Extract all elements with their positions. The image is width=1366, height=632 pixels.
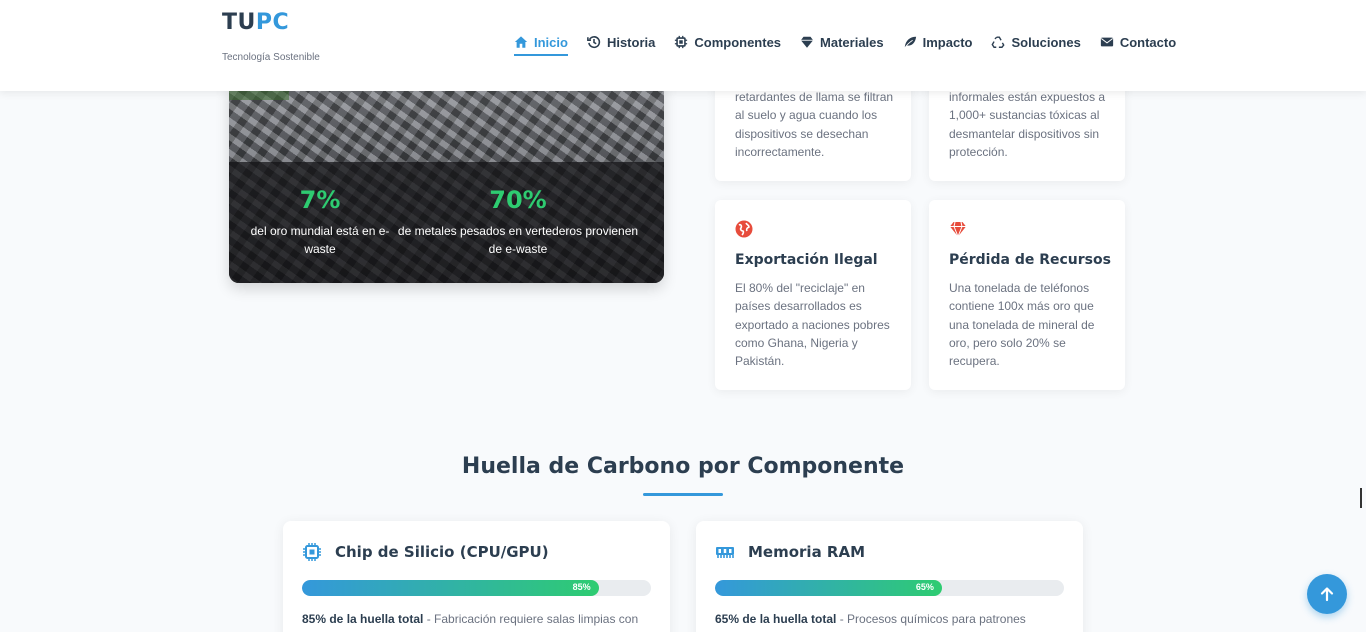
stat-gold: 7% del oro mundial está en e-waste xyxy=(245,186,395,258)
back-to-top-button[interactable] xyxy=(1307,574,1347,614)
stat-value: 70% xyxy=(489,186,547,214)
problem-card-title: Pérdida de Recursos xyxy=(949,252,1111,268)
component-card-chip: Chip de Silicio (CPU/GPU) 85% 85% de la … xyxy=(283,521,670,632)
nav-label: Componentes xyxy=(694,34,782,50)
scroll-indicator[interactable] xyxy=(1360,488,1362,508)
section-title-underline xyxy=(643,493,723,496)
brand-logo[interactable]: TUPC xyxy=(222,10,289,35)
problem-card-illegal-export: Exportación Ilegal El 80% del "reciclaje… xyxy=(715,200,911,390)
envelope-icon xyxy=(1100,37,1113,47)
problem-card-text: retardantes de llama se filtran al suelo… xyxy=(735,90,894,159)
footprint-progress-fill: 85% xyxy=(302,580,599,596)
footprint-progress-bar: 85% xyxy=(302,580,651,596)
nav-item-materiales[interactable]: Materiales xyxy=(800,30,884,54)
site-header: TUPC Tecnología Sostenible Inicio Histor… xyxy=(0,0,1366,91)
history-icon xyxy=(587,36,601,49)
memory-icon xyxy=(716,547,734,558)
footprint-percent-label: 85% xyxy=(572,582,591,592)
recycle-icon xyxy=(991,36,1006,48)
footprint-progress-fill: 65% xyxy=(715,580,942,596)
nav-label: Impacto xyxy=(922,34,973,50)
globe-icon xyxy=(735,220,753,238)
component-card-ram: Memoria RAM 65% 65% de la huella total -… xyxy=(696,521,1083,632)
footprint-label: 65% de la huella total xyxy=(715,612,837,626)
gem-icon xyxy=(950,221,966,238)
description-text: - Procesos químicos para patrones xyxy=(836,612,1026,626)
nav-item-impacto[interactable]: Impacto xyxy=(903,30,973,54)
microchip-icon xyxy=(303,543,321,561)
nav-label: Historia xyxy=(606,34,656,50)
nav-label: Contacto xyxy=(1119,34,1177,50)
nav-label: Soluciones xyxy=(1011,34,1081,50)
arrow-up-icon xyxy=(1320,587,1334,602)
brand-name-part1: TU xyxy=(222,10,256,35)
problem-card-text: Una tonelada de teléfonos contiene 100x … xyxy=(949,281,1095,369)
description-text: - Fabricación requiere salas limpias con xyxy=(423,612,639,626)
leaf-icon xyxy=(903,36,916,49)
footprint-percent-label: 65% xyxy=(915,582,934,592)
brand-tagline: Tecnología Sostenible xyxy=(222,52,320,63)
stat-heavy-metals: 70% de metales pesados en vertederos pro… xyxy=(392,186,644,258)
problem-card-text: informales están expuestos a 1,000+ sust… xyxy=(949,90,1106,159)
nav-item-contacto[interactable]: Contacto xyxy=(1100,30,1176,54)
home-icon xyxy=(514,36,528,48)
component-name: Chip de Silicio (CPU/GPU) xyxy=(335,543,549,561)
section-title: Huella de Carbono por Componente xyxy=(461,454,905,479)
component-description: 85% de la huella total - Fabricación req… xyxy=(302,610,651,628)
stat-label: del oro mundial está en e-waste xyxy=(250,224,390,256)
stat-label: de metales pesados en vertederos provien… xyxy=(397,224,639,256)
problem-card-text: El 80% del "reciclaje" en países desarro… xyxy=(735,281,890,369)
main-nav: Inicio Historia Componentes Materiales I… xyxy=(514,30,1176,56)
nav-item-inicio[interactable]: Inicio xyxy=(514,30,568,56)
brand-name-part2: PC xyxy=(255,10,290,35)
problem-card-title: Exportación Ilegal xyxy=(735,252,878,268)
component-description: 65% de la huella total - Procesos químic… xyxy=(715,610,1064,628)
nav-item-soluciones[interactable]: Soluciones xyxy=(991,30,1081,54)
nav-label: Materiales xyxy=(820,34,884,50)
component-name: Memoria RAM xyxy=(748,543,866,561)
footprint-label: 85% de la huella total xyxy=(302,612,424,626)
ewaste-image-card: 7% del oro mundial está en e-waste 70% d… xyxy=(229,82,664,283)
stat-value: 7% xyxy=(299,186,341,214)
nav-item-componentes[interactable]: Componentes xyxy=(674,30,781,54)
chip-icon xyxy=(675,35,688,49)
footprint-progress-bar: 65% xyxy=(715,580,1064,596)
nav-item-historia[interactable]: Historia xyxy=(587,30,655,54)
problem-card-resource-loss: Pérdida de Recursos Una tonelada de telé… xyxy=(929,200,1125,390)
gem-icon xyxy=(800,36,814,48)
nav-label: Inicio xyxy=(534,34,568,50)
